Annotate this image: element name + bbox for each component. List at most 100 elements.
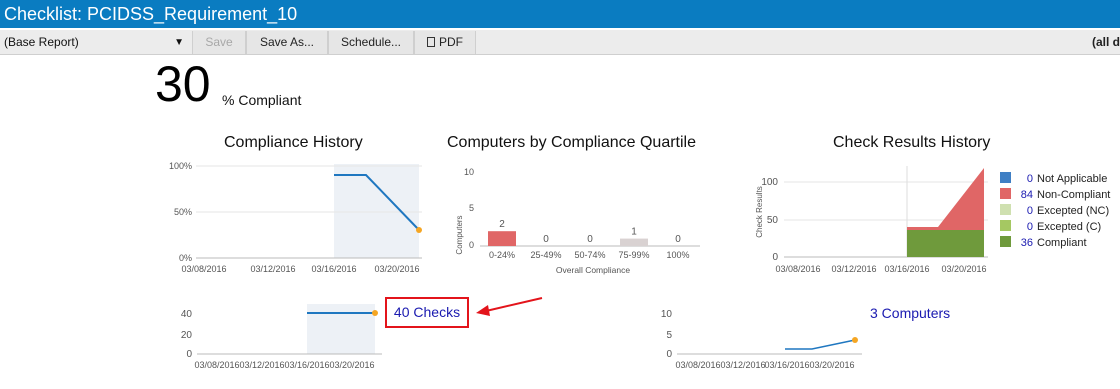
x-tick-label: 100% [666,250,689,260]
computers-line [785,339,856,350]
x-tick-label: 25-49% [530,250,561,260]
y-axis-label: Check Results [755,186,764,238]
endpoint-marker [372,310,378,316]
legend-label: Non-Compliant [1037,189,1111,201]
y-axis-label: Computers [455,215,464,254]
highlight-band [334,164,419,258]
save-button[interactable]: Save [192,31,246,54]
pdf-button[interactable]: PDF [414,31,476,54]
x-tick-label: 03/12/2016 [720,360,765,370]
y-tick-label: 50% [174,207,192,217]
y-tick-label: 0 [666,349,672,360]
quartile-bar-chart[interactable]: Computers 10 5 0 2 0-24% 0 25-49% 0 50-74% 1 75… [450,160,710,280]
document-icon [427,37,435,47]
y-tick-label: 40 [181,309,193,320]
y-tick-label: 0 [469,240,474,250]
x-tick-label: 03/08/2016 [181,264,226,274]
x-tick-label: 03/12/2016 [831,264,876,274]
compliance-percent-label: % Compliant [222,92,302,108]
legend-count: 36 [1020,237,1033,249]
checks-count-link[interactable]: 40 Checks [385,297,469,328]
x-tick-label: 03/16/2016 [764,360,809,370]
legend-label: Compliant [1037,237,1087,249]
endpoint-marker [852,337,858,343]
x-tick-label: 03/20/2016 [809,360,854,370]
quartile-chart-title: Computers by Compliance Quartile [447,134,696,151]
legend-label: Excepted (C) [1037,221,1102,233]
legend-count: 0 [1026,205,1033,217]
legend-count: 0 [1026,173,1033,185]
toolbar: (Base Report) ▼ Save Save As... Schedule… [0,30,1120,55]
y-tick-label: 20 [181,330,193,341]
highlight-band [307,304,375,354]
check-results-legend: 0 Not Applicable 84 Non-Compliant 0 Excepte… [1000,172,1110,252]
legend-swatch [1000,204,1011,215]
legend-label: Excepted (NC) [1037,205,1110,217]
x-axis-label: Overall Compliance [556,265,630,275]
legend-item-not-applicable[interactable]: 0 Not Applicable [1000,172,1110,188]
y-tick-label: 0 [186,349,192,360]
chevron-down-icon: ▼ [174,37,184,48]
y-tick-label: 0 [772,252,778,263]
legend-count: 84 [1020,189,1033,201]
bar-value-label: 2 [499,219,505,230]
x-tick-label: 03/12/2016 [239,360,284,370]
bar-75-99%[interactable] [620,238,648,246]
bar-0-24%[interactable] [488,231,516,246]
save-as-button[interactable]: Save As... [246,31,328,54]
report-select[interactable]: (Base Report) ▼ [0,32,190,53]
x-tick-label: 0-24% [489,250,515,260]
compliance-history-title: Compliance History [224,134,363,151]
checks-sparkline[interactable]: 40 20 0 03/08/2016 03/12/2016 03/16/2016… [160,302,386,372]
check-results-history-title: Check Results History [833,134,991,151]
legend-item-non-compliant[interactable]: 84 Non-Compliant [1000,188,1110,204]
legend-item-excepted-c[interactable]: 0 Excepted (C) [1000,220,1110,236]
compliance-history-chart[interactable]: 100% 50% 0% 03/08/2016 03/12/2016 03/16/… [160,156,430,276]
y-tick-label: 10 [661,309,673,320]
y-tick-label: 100 [761,177,778,188]
x-tick-label: 50-74% [574,250,605,260]
x-tick-label: 03/08/2016 [194,360,239,370]
y-tick-label: 5 [666,330,672,341]
x-tick-label: 03/20/2016 [941,264,986,274]
x-tick-label: 03/20/2016 [329,360,374,370]
x-tick-label: 03/16/2016 [311,264,356,274]
legend-count: 0 [1026,221,1033,233]
bar-value-label: 0 [543,234,549,245]
endpoint-marker [416,227,422,233]
x-tick-label: 03/08/2016 [675,360,720,370]
callout-arrow [476,297,543,316]
non-compliant-area [907,168,984,230]
report-select-value: (Base Report) [4,35,79,49]
x-tick-label: 03/16/2016 [284,360,329,370]
legend-item-excepted-nc[interactable]: 0 Excepted (NC) [1000,204,1110,220]
y-tick-label: 100% [169,161,192,171]
window-title: Checklist: PCIDSS_Requirement_10 [0,0,1120,28]
y-tick-label: 10 [464,167,474,177]
y-tick-label: 50 [767,215,779,226]
x-tick-label: 03/16/2016 [884,264,929,274]
legend-swatch [1000,236,1011,247]
compliant-area [907,230,984,257]
bar-value-label: 1 [631,227,637,238]
pdf-button-label: PDF [439,35,463,49]
legend-swatch [1000,188,1011,199]
legend-label: Not Applicable [1037,173,1108,185]
compliance-percent: 30 [155,56,211,112]
computers-count-link[interactable]: 3 Computers [870,305,950,321]
x-tick-label: 03/12/2016 [250,264,295,274]
legend-swatch [1000,220,1011,231]
x-tick-label: 75-99% [618,250,649,260]
bar-value-label: 0 [587,234,593,245]
x-tick-label: 03/08/2016 [775,264,820,274]
check-results-chart[interactable]: Check Results 100 50 0 03/08/2016 03/12/… [752,160,992,278]
x-tick-label: 03/20/2016 [374,264,419,274]
toolbar-filter-text: (all d [1091,35,1120,49]
legend-swatch [1000,172,1011,183]
legend-item-compliant[interactable]: 36 Compliant [1000,236,1110,252]
y-tick-label: 0% [179,253,192,263]
bar-value-label: 0 [675,234,681,245]
computers-sparkline[interactable]: 10 5 0 03/08/2016 03/12/2016 03/16/2016 … [640,302,870,372]
y-tick-label: 5 [469,203,474,213]
schedule-button[interactable]: Schedule... [328,31,414,54]
